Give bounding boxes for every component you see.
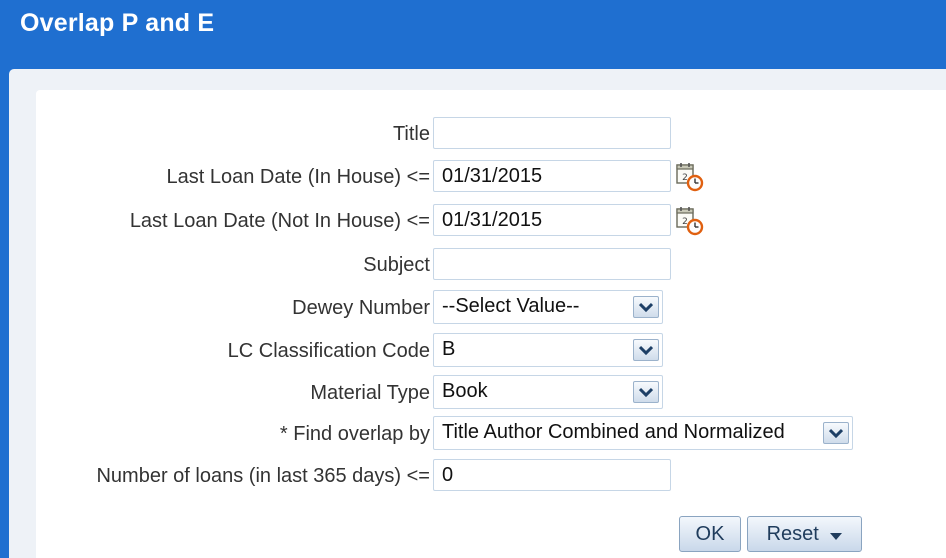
title-input[interactable] bbox=[433, 117, 671, 149]
number-of-loans-input[interactable] bbox=[433, 459, 671, 491]
chevron-down-icon[interactable] bbox=[633, 339, 659, 361]
find-overlap-row: * Find overlap by Title Author Combined … bbox=[0, 416, 946, 452]
lc-classification-row: LC Classification Code B bbox=[0, 333, 946, 369]
calendar-clock-icon[interactable]: 2 bbox=[673, 205, 707, 237]
chevron-down-icon[interactable] bbox=[633, 296, 659, 318]
number-of-loans-row: Number of loans (in last 365 days) <= bbox=[0, 458, 946, 494]
subject-row: Subject bbox=[0, 247, 946, 283]
last-loan-in-house-input[interactable] bbox=[433, 160, 671, 192]
last-loan-not-in-house-input[interactable] bbox=[433, 204, 671, 236]
material-type-value: Book bbox=[442, 380, 488, 402]
page-title: Overlap P and E bbox=[20, 9, 215, 37]
dewey-number-label: Dewey Number bbox=[292, 297, 430, 319]
calendar-clock-icon[interactable]: 2 bbox=[673, 161, 707, 193]
chevron-down-icon[interactable] bbox=[633, 381, 659, 403]
last-loan-in-house-label: Last Loan Date (In House) <= bbox=[166, 166, 431, 188]
ok-button[interactable]: OK bbox=[679, 516, 741, 552]
find-overlap-select[interactable]: Title Author Combined and Normalized bbox=[433, 416, 853, 450]
dewey-number-row: Dewey Number --Select Value-- bbox=[0, 290, 946, 326]
title-bar: Overlap P and E bbox=[0, 0, 946, 52]
lc-classification-select[interactable]: B bbox=[433, 333, 663, 367]
material-type-select[interactable]: Book bbox=[433, 375, 663, 409]
caret-down-icon bbox=[830, 518, 843, 552]
last-loan-in-house-row: Last Loan Date (In House) <= 2 bbox=[0, 159, 946, 195]
find-overlap-value: Title Author Combined and Normalized bbox=[442, 421, 785, 443]
ok-button-label: OK bbox=[695, 523, 725, 545]
subject-label: Subject bbox=[363, 254, 430, 276]
title-row: Title bbox=[0, 116, 946, 152]
reset-button-label: Reset bbox=[766, 523, 819, 545]
lc-classification-label: LC Classification Code bbox=[227, 340, 430, 362]
last-loan-not-in-house-row: Last Loan Date (Not In House) <= 2 bbox=[0, 203, 946, 239]
subject-input[interactable] bbox=[433, 248, 671, 280]
lc-classification-value: B bbox=[442, 338, 456, 360]
dewey-number-select[interactable]: --Select Value-- bbox=[433, 290, 663, 324]
material-type-row: Material Type Book bbox=[0, 375, 946, 411]
dewey-number-value: --Select Value-- bbox=[442, 295, 580, 317]
material-type-label: Material Type bbox=[310, 382, 430, 404]
chevron-down-icon[interactable] bbox=[823, 422, 849, 444]
last-loan-not-in-house-label: Last Loan Date (Not In House) <= bbox=[129, 210, 430, 232]
title-label: Title bbox=[392, 123, 430, 145]
reset-button[interactable]: Reset bbox=[747, 516, 862, 552]
find-overlap-label: * Find overlap by bbox=[279, 423, 430, 445]
number-of-loans-label: Number of loans (in last 365 days) <= bbox=[96, 465, 430, 487]
